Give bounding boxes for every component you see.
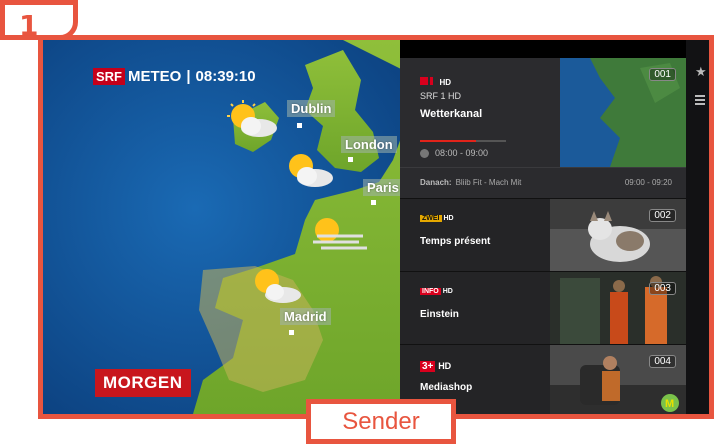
star-icon[interactable]: ★ <box>695 64 707 80</box>
program-progress-fill <box>420 140 476 142</box>
channel-item[interactable]: ZWEI HD Temps présent 002 <box>400 198 686 271</box>
step-badge: 1 <box>0 0 78 42</box>
sender-label: Sender <box>306 399 456 444</box>
sun-cloud-icon <box>227 100 277 137</box>
next-program-row: Danach: Bliib Fit - Mach Mit 09:00 - 09:2… <box>400 167 686 198</box>
program-time-text: 08:00 - 09:00 <box>435 148 489 158</box>
program-progress <box>420 140 506 142</box>
forecast-period-label: MORGEN <box>95 369 191 397</box>
channel-logo: 3+ HD <box>420 361 452 372</box>
program-time: 08:00 - 09:00 <box>420 148 488 158</box>
sender-label-text: Sender <box>342 407 420 435</box>
program-title: Temps présent <box>420 236 491 247</box>
sun-cloud-icon <box>255 269 301 303</box>
next-program-time: 09:00 - 09:20 <box>624 178 672 187</box>
next-label: Danach: <box>420 178 452 187</box>
city-label-dublin: Dublin <box>287 100 336 117</box>
channel-logo: ZWEI HD <box>420 215 454 222</box>
channel-item-active[interactable]: HD SRF 1 HD Wetterkanal 08:00 - 09:00 00… <box>400 58 686 167</box>
next-program-title: Bliib Fit - Mach Mit <box>455 178 522 187</box>
channel-number: 004 <box>649 355 676 368</box>
srf-logo: SRF <box>93 68 125 85</box>
city-marker-madrid <box>289 330 294 335</box>
brand-separator: | <box>186 68 191 85</box>
weather-map: SRF METEO | 08:39:10 Dublin London Paris… <box>43 40 423 414</box>
meteo-label: METEO <box>128 68 182 85</box>
tv-screen: SRF METEO | 08:39:10 Dublin London Paris… <box>38 35 714 419</box>
channel-list: HD SRF 1 HD Wetterkanal 08:00 - 09:00 00… <box>400 40 686 414</box>
sun-fog-icon <box>313 218 367 250</box>
city-marker-london <box>348 157 353 162</box>
channel-number: 002 <box>649 209 676 222</box>
city-label-london: London <box>341 136 397 153</box>
program-title: Wetterkanal <box>420 108 483 120</box>
svg-text:M: M <box>665 398 674 410</box>
channel-brand: SRF METEO | 08:39:10 <box>93 68 256 85</box>
channel-name: SRF 1 HD <box>420 91 462 101</box>
channel-logo: INFO HD <box>420 288 453 295</box>
city-label-paris: Paris <box>363 179 403 196</box>
program-title: Einstein <box>420 309 459 320</box>
city-marker-dublin <box>297 123 302 128</box>
side-menu: ★ <box>686 40 709 414</box>
clock-icon <box>420 148 429 158</box>
srf1-logo: HD <box>420 72 451 90</box>
channel-item[interactable]: INFO HD Einstein 003 <box>400 271 686 344</box>
program-title: Mediashop <box>420 382 473 393</box>
city-marker-paris <box>371 200 376 205</box>
step-number: 1 <box>19 9 39 42</box>
city-label-madrid: Madrid <box>280 308 331 325</box>
clock-display: 08:39:10 <box>195 68 256 85</box>
channel-number: 003 <box>649 282 676 295</box>
channel-number: 001 <box>649 68 676 81</box>
list-icon[interactable] <box>695 95 705 107</box>
sun-cloud-icon <box>289 154 333 187</box>
